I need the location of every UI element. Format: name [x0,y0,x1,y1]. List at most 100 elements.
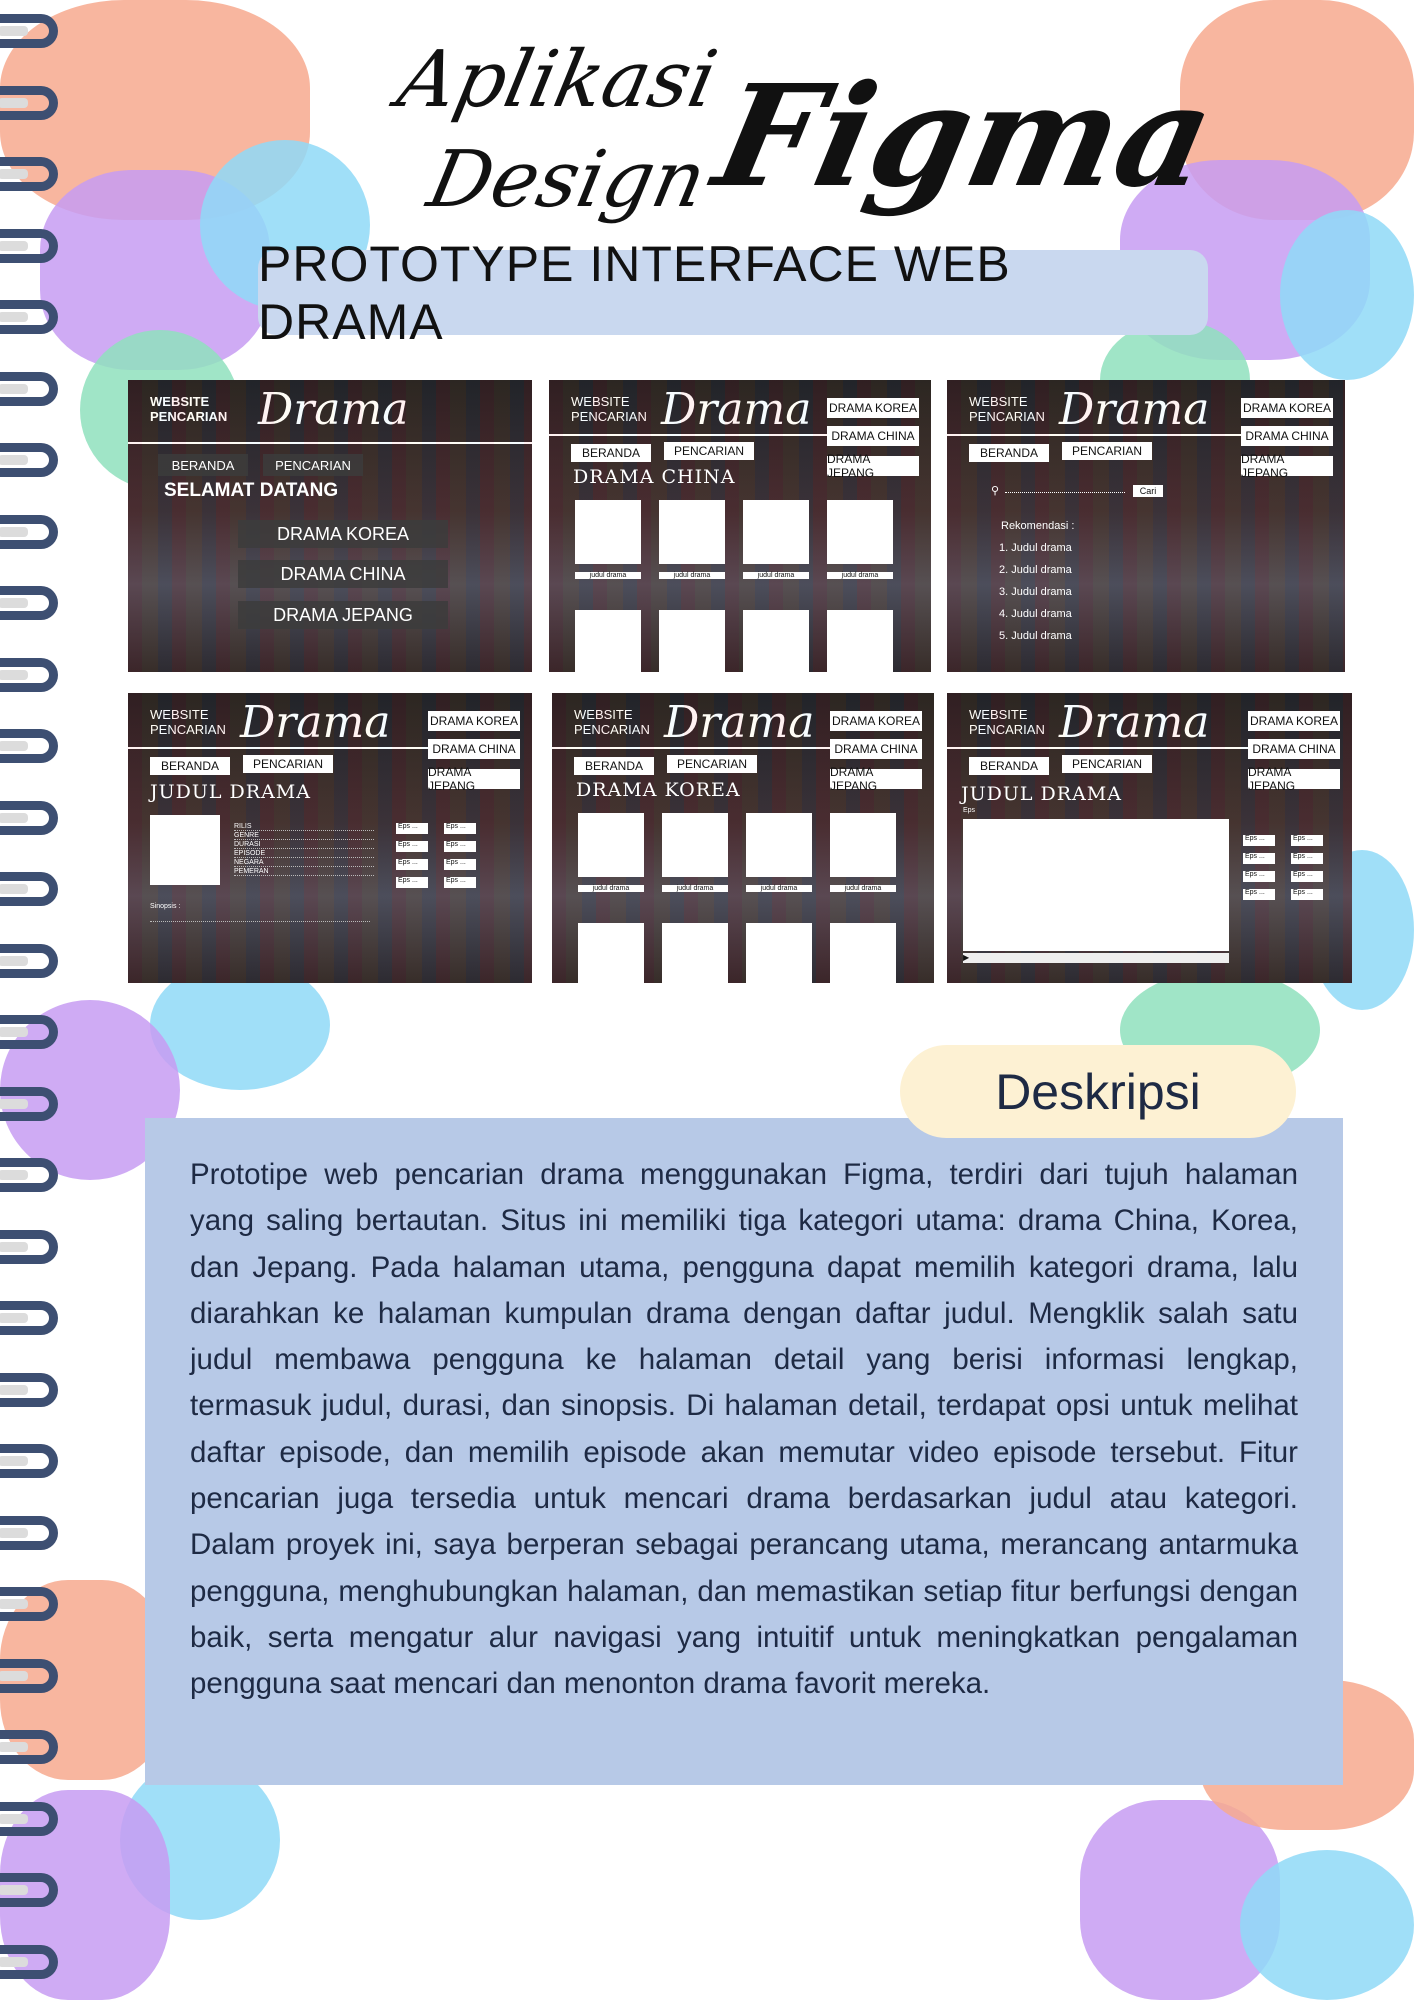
nav-pencarian[interactable]: PENCARIAN [243,755,333,773]
spiral-ring [0,157,58,191]
nav-beranda[interactable]: BERANDA [158,454,248,476]
drama-jepang-button[interactable]: DRAMA JEPANG [1241,452,1333,480]
episode-button[interactable]: Eps ... [396,823,428,834]
nav-pencarian[interactable]: PENCARIAN [664,442,754,460]
spiral-ring [0,1015,58,1049]
drama-jepang-button[interactable]: DRAMA JEPANG [428,765,520,793]
recommendation-item[interactable]: 3. Judul drama [999,586,1072,598]
screen-drama-china[interactable]: WEBSITE PENCARIAN Drama BERANDA PENCARIAN DRA… [549,380,931,672]
drama-poster[interactable] [659,500,725,564]
drama-poster[interactable] [743,500,809,564]
drama-poster[interactable] [827,610,893,672]
episode-button[interactable]: Eps ... [396,877,428,888]
episode-button[interactable]: Eps ... [1291,835,1323,846]
nav-pencarian[interactable]: PENCARIAN [263,454,363,476]
drama-poster[interactable] [746,923,812,983]
logo: Drama [664,697,815,748]
episode-button[interactable]: Eps ... [1243,871,1275,882]
episode-button[interactable]: Eps ... [1243,889,1275,900]
nav-pencarian[interactable]: PENCARIAN [667,755,757,773]
site-label: WEBSITE PENCARIAN [969,707,1045,737]
drama-title-label[interactable]: judul drama [743,572,809,579]
screen-search[interactable]: WEBSITE PENCARIAN Drama BERANDA PENCARIAN DRA… [947,380,1345,672]
drama-poster[interactable] [830,813,896,877]
episode-button[interactable]: Eps ... [1291,871,1323,882]
episode-button[interactable]: Eps ... [444,859,476,870]
screen-video[interactable]: WEBSITE PENCARIAN Drama BERANDA PENCARIAN DRA… [947,693,1352,983]
search-input[interactable] [1005,492,1125,493]
drama-china-button[interactable]: DRAMA CHINA [1241,426,1333,446]
drama-title-label[interactable]: judul drama [662,885,728,892]
drama-china-button[interactable]: DRAMA CHINA [238,560,448,588]
drama-korea-button[interactable]: DRAMA KOREA [238,520,448,548]
drama-jepang-button[interactable]: DRAMA JEPANG [1248,765,1340,793]
drama-title-label[interactable]: judul drama [659,572,725,579]
drama-korea-button[interactable]: DRAMA KOREA [1248,711,1340,731]
drama-title-label[interactable]: judul drama [830,885,896,892]
episode-button[interactable]: Eps ... [1291,889,1323,900]
episode-button[interactable]: Eps ... [444,841,476,852]
drama-poster[interactable] [746,813,812,877]
nav-pencarian[interactable]: PENCARIAN [1062,442,1152,460]
drama-title-label[interactable]: judul drama [746,885,812,892]
drama-china-button[interactable]: DRAMA CHINA [827,426,919,446]
drama-china-button[interactable]: DRAMA CHINA [428,739,520,759]
drama-poster[interactable] [827,500,893,564]
drama-jepang-button[interactable]: DRAMA JEPANG [830,765,922,793]
episode-button[interactable]: Eps ... [396,859,428,870]
drama-poster[interactable] [662,923,728,983]
recommendation-item[interactable]: 5. Judul drama [999,630,1072,642]
drama-jepang-button[interactable]: DRAMA JEPANG [827,452,919,480]
recommendation-item[interactable]: 2. Judul drama [999,564,1072,576]
nav-pencarian[interactable]: PENCARIAN [1062,755,1152,773]
screen-home[interactable]: WEBSITE PENCARIAN Drama BERANDA PENCARIAN… [128,380,532,672]
nav-beranda[interactable]: BERANDA [574,757,654,775]
drama-title-heading: JUDUL DRAMA [961,783,1122,805]
drama-poster[interactable] [830,923,896,983]
spiral-ring [0,1944,58,1979]
episode-button[interactable]: Eps ... [1291,853,1323,864]
drama-poster[interactable] [662,813,728,877]
nav-beranda[interactable]: BERANDA [571,444,651,462]
drama-korea-button[interactable]: DRAMA KOREA [830,711,922,731]
video-player[interactable] [963,819,1229,951]
drama-korea-button[interactable]: DRAMA KOREA [827,398,919,418]
drama-china-button[interactable]: DRAMA CHINA [1248,739,1340,759]
drama-korea-button[interactable]: DRAMA KOREA [1241,398,1333,418]
drama-poster[interactable] [743,610,809,672]
nav-beranda[interactable]: BERANDA [150,757,230,775]
recommendation-item[interactable]: 4. Judul drama [999,608,1072,620]
drama-poster[interactable] [578,813,644,877]
spiral-ring [0,1730,58,1764]
drama-china-button[interactable]: DRAMA CHINA [830,739,922,759]
nav-beranda[interactable]: BERANDA [969,757,1049,775]
video-controls[interactable]: ▶ [963,953,1229,963]
drama-poster[interactable] [575,500,641,564]
nav-beranda[interactable]: BERANDA [969,444,1049,462]
drama-poster[interactable] [578,923,644,983]
site-label-line: WEBSITE [969,707,1028,722]
episode-button[interactable]: Eps ... [1243,835,1275,846]
info-field: DURASI [234,841,374,849]
spiral-ring [0,371,58,406]
drama-poster[interactable] [575,610,641,672]
screen-detail[interactable]: WEBSITE PENCARIAN Drama BERANDA PENCARIAN DRA… [128,693,532,983]
drama-title-label[interactable]: judul drama [578,885,644,892]
drama-poster[interactable] [659,610,725,672]
site-label-line: WEBSITE [150,394,210,409]
drama-korea-button[interactable]: DRAMA KOREA [428,711,520,731]
recommendation-item[interactable]: 1. Judul drama [999,542,1072,554]
header-divider [128,747,432,749]
spiral-ring [0,1301,58,1335]
search-button[interactable]: Cari [1133,485,1163,497]
episode-button[interactable]: Eps ... [444,877,476,888]
drama-title-label[interactable]: judul drama [575,572,641,579]
episode-button[interactable]: Eps ... [396,841,428,852]
header-divider [549,434,831,436]
episode-button[interactable]: Eps ... [1243,853,1275,864]
drama-jepang-button[interactable]: DRAMA JEPANG [238,601,448,629]
screen-drama-korea[interactable]: WEBSITE PENCARIAN Drama BERANDA PENCARIAN DRA… [552,693,934,983]
spiral-ring [0,1086,58,1121]
drama-title-label[interactable]: judul drama [827,572,893,579]
episode-button[interactable]: Eps ... [444,823,476,834]
